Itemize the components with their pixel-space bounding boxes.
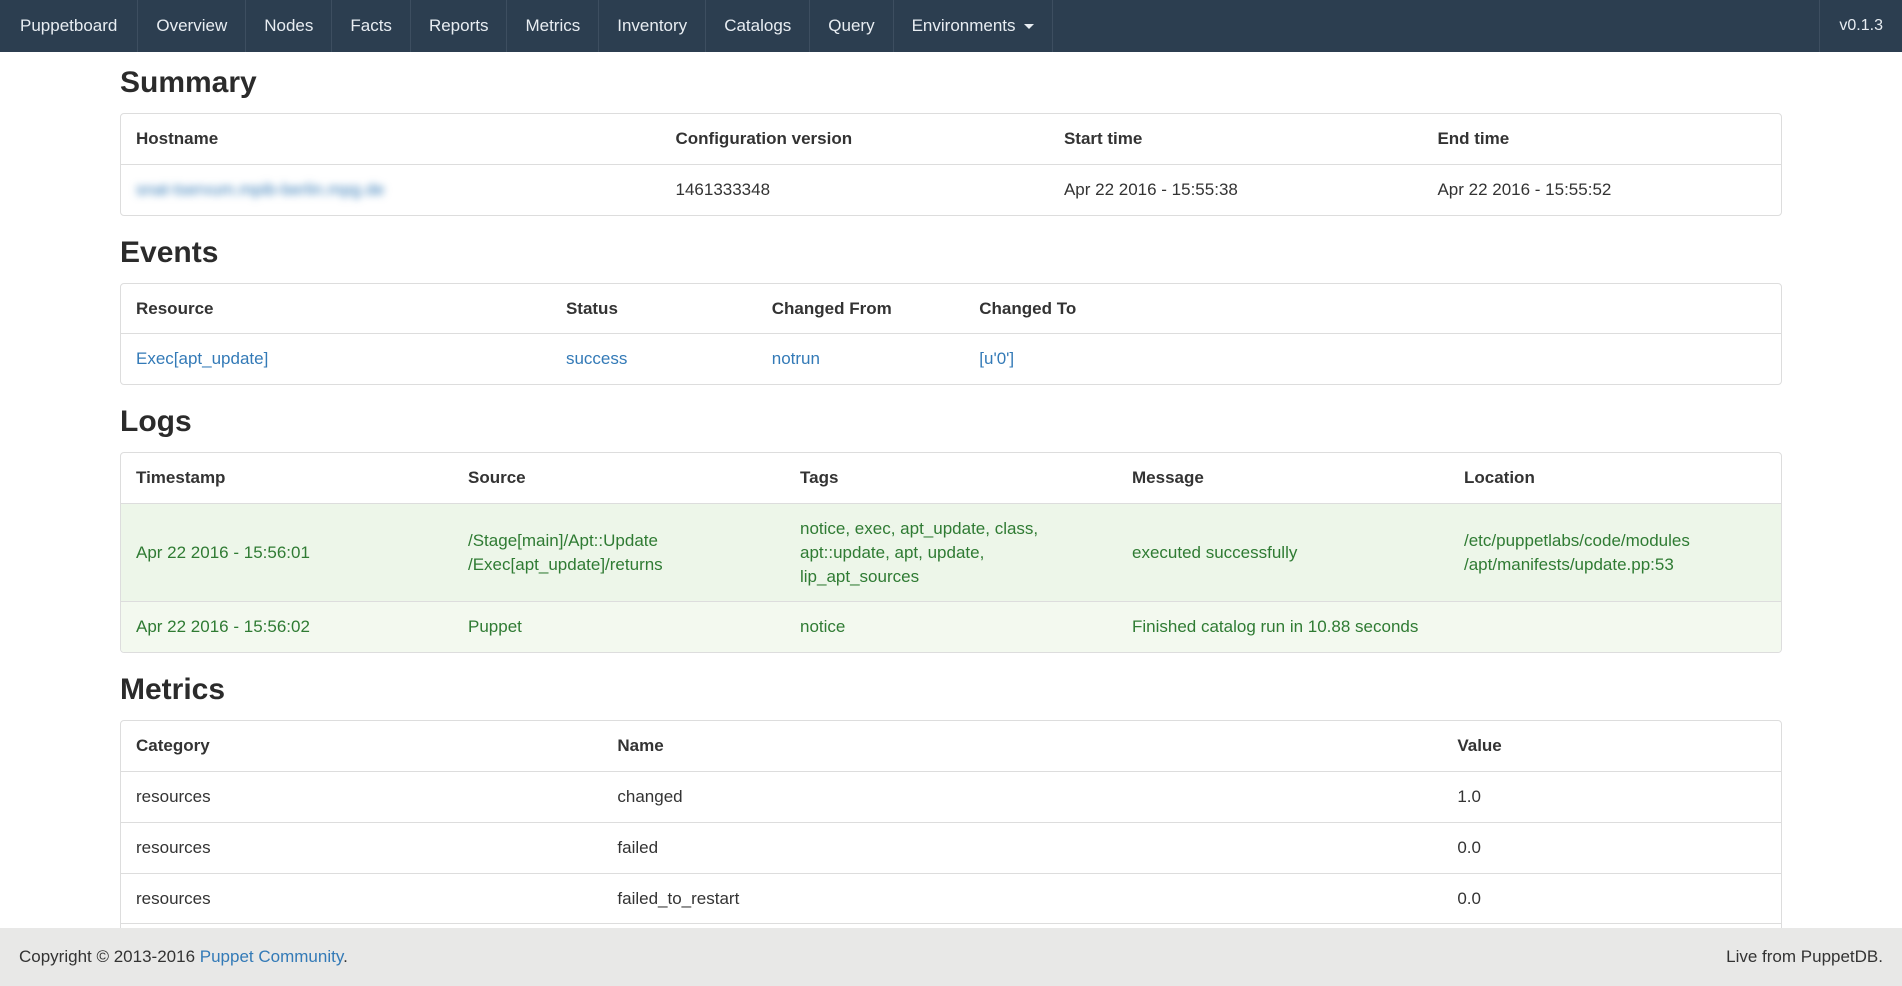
summary-header-row: Hostname Configuration version Start tim… [121, 114, 1781, 164]
log-location-cell: /etc/puppetlabs/code/modules /apt/manife… [1449, 503, 1781, 601]
metric-value-cell: 1.0 [1442, 771, 1781, 822]
copyright-text: Copyright © 2013-2016 [19, 947, 195, 966]
summary-col-start-time: Start time [1049, 114, 1423, 164]
nav-item-overview[interactable]: Overview [138, 0, 246, 52]
nav-item-query[interactable]: Query [810, 0, 893, 52]
event-changed-from-link[interactable]: notrun [772, 349, 820, 368]
metric-value-cell: 0.0 [1442, 822, 1781, 873]
summary-row: snat-tservum.mpib-berlin.mpg.de 14613333… [121, 164, 1781, 214]
metric-name-cell: failed_to_restart [602, 873, 1442, 924]
event-changed-from-cell: notrun [757, 334, 965, 384]
metrics-col-value: Value [1442, 721, 1781, 771]
hostname-cell: snat-tservum.mpib-berlin.mpg.de [121, 164, 661, 214]
nav-item-environments-dropdown[interactable]: Environments [894, 0, 1053, 52]
log-tags-cell: notice, exec, apt_update, class, apt::up… [785, 503, 1117, 601]
live-from-puppetdb-text: Live from PuppetDB. [1726, 945, 1883, 969]
nav-item-nodes[interactable]: Nodes [246, 0, 332, 52]
log-source-cell: /Stage[main]/Apt::Update /Exec[apt_updat… [453, 503, 785, 601]
summary-table: Hostname Configuration version Start tim… [121, 114, 1781, 215]
puppet-community-link[interactable]: Puppet Community [200, 947, 343, 966]
logs-col-timestamp: Timestamp [121, 453, 453, 503]
footer-copyright: Copyright © 2013-2016 Puppet Community. [19, 945, 348, 969]
log-message-cell: Finished catalog run in 10.88 seconds [1117, 602, 1449, 652]
main-content: Summary Hostname Configuration version S… [120, 68, 1782, 975]
footer: Copyright © 2013-2016 Puppet Community. … [0, 928, 1902, 986]
logs-col-location: Location [1449, 453, 1781, 503]
version-badge: v0.1.3 [1819, 0, 1902, 52]
navbar: Puppetboard Overview Nodes Facts Reports… [0, 0, 1902, 52]
log-message-cell: executed successfully [1117, 503, 1449, 601]
metrics-col-category: Category [121, 721, 602, 771]
logs-col-source: Source [453, 453, 785, 503]
summary-col-end-time: End time [1422, 114, 1781, 164]
nav-item-reports[interactable]: Reports [411, 0, 508, 52]
nav-item-catalogs[interactable]: Catalogs [706, 0, 810, 52]
log-location-cell [1449, 602, 1781, 652]
event-changed-to-link[interactable]: [u'0'] [979, 349, 1014, 368]
log-source-cell: Puppet [453, 602, 785, 652]
start-time-cell: Apr 22 2016 - 15:55:38 [1049, 164, 1423, 214]
log-tags-cell: notice [785, 602, 1117, 652]
metric-category-cell: resources [121, 822, 602, 873]
log-timestamp-cell: Apr 22 2016 - 15:56:01 [121, 503, 453, 601]
logs-col-message: Message [1117, 453, 1449, 503]
events-panel: Resource Status Changed From Changed To … [120, 283, 1782, 386]
log-row: Apr 22 2016 - 15:56:01 /Stage[main]/Apt:… [121, 503, 1781, 601]
caret-down-icon [1024, 24, 1034, 29]
events-header-row: Resource Status Changed From Changed To [121, 284, 1781, 334]
event-status-link[interactable]: success [566, 349, 627, 368]
summary-col-hostname: Hostname [121, 114, 661, 164]
metrics-col-name: Name [602, 721, 1442, 771]
metric-name-cell: changed [602, 771, 1442, 822]
event-resource-link[interactable]: Exec[apt_update] [136, 349, 268, 368]
logs-panel: Timestamp Source Tags Message Location A… [120, 452, 1782, 653]
events-col-resource: Resource [121, 284, 551, 334]
navbar-brand[interactable]: Puppetboard [0, 0, 138, 52]
nav-item-metrics[interactable]: Metrics [507, 0, 599, 52]
events-col-status: Status [551, 284, 757, 334]
metric-name-cell: failed [602, 822, 1442, 873]
metric-row: resources failed_to_restart 0.0 [121, 873, 1781, 924]
summary-col-config-version: Configuration version [661, 114, 1049, 164]
metric-category-cell: resources [121, 771, 602, 822]
event-resource-cell: Exec[apt_update] [121, 334, 551, 384]
event-status-cell: success [551, 334, 757, 384]
environments-label: Environments [912, 14, 1016, 38]
metric-value-cell: 0.0 [1442, 873, 1781, 924]
summary-panel: Hostname Configuration version Start tim… [120, 113, 1782, 216]
metric-category-cell: resources [121, 873, 602, 924]
navbar-spacer [1053, 0, 1820, 52]
events-col-changed-from: Changed From [757, 284, 965, 334]
event-changed-to-cell: [u'0'] [964, 334, 1781, 384]
logs-header-row: Timestamp Source Tags Message Location [121, 453, 1781, 503]
metrics-heading: Metrics [120, 675, 1782, 705]
log-row: Apr 22 2016 - 15:56:02 Puppet notice Fin… [121, 602, 1781, 652]
metric-row: resources failed 0.0 [121, 822, 1781, 873]
events-table: Resource Status Changed From Changed To … [121, 284, 1781, 385]
nav-item-facts[interactable]: Facts [332, 0, 411, 52]
end-time-cell: Apr 22 2016 - 15:55:52 [1422, 164, 1781, 214]
logs-col-tags: Tags [785, 453, 1117, 503]
summary-heading: Summary [120, 68, 1782, 98]
nav-item-inventory[interactable]: Inventory [599, 0, 706, 52]
metric-row: resources changed 1.0 [121, 771, 1781, 822]
hostname-link[interactable]: snat-tservum.mpib-berlin.mpg.de [136, 180, 384, 199]
logs-heading: Logs [120, 407, 1782, 437]
event-row: Exec[apt_update] success notrun [u'0'] [121, 334, 1781, 384]
metrics-header-row: Category Name Value [121, 721, 1781, 771]
logs-table: Timestamp Source Tags Message Location A… [121, 453, 1781, 652]
config-version-cell: 1461333348 [661, 164, 1049, 214]
events-heading: Events [120, 238, 1782, 268]
events-col-changed-to: Changed To [964, 284, 1781, 334]
log-timestamp-cell: Apr 22 2016 - 15:56:02 [121, 602, 453, 652]
copyright-period: . [343, 947, 348, 966]
